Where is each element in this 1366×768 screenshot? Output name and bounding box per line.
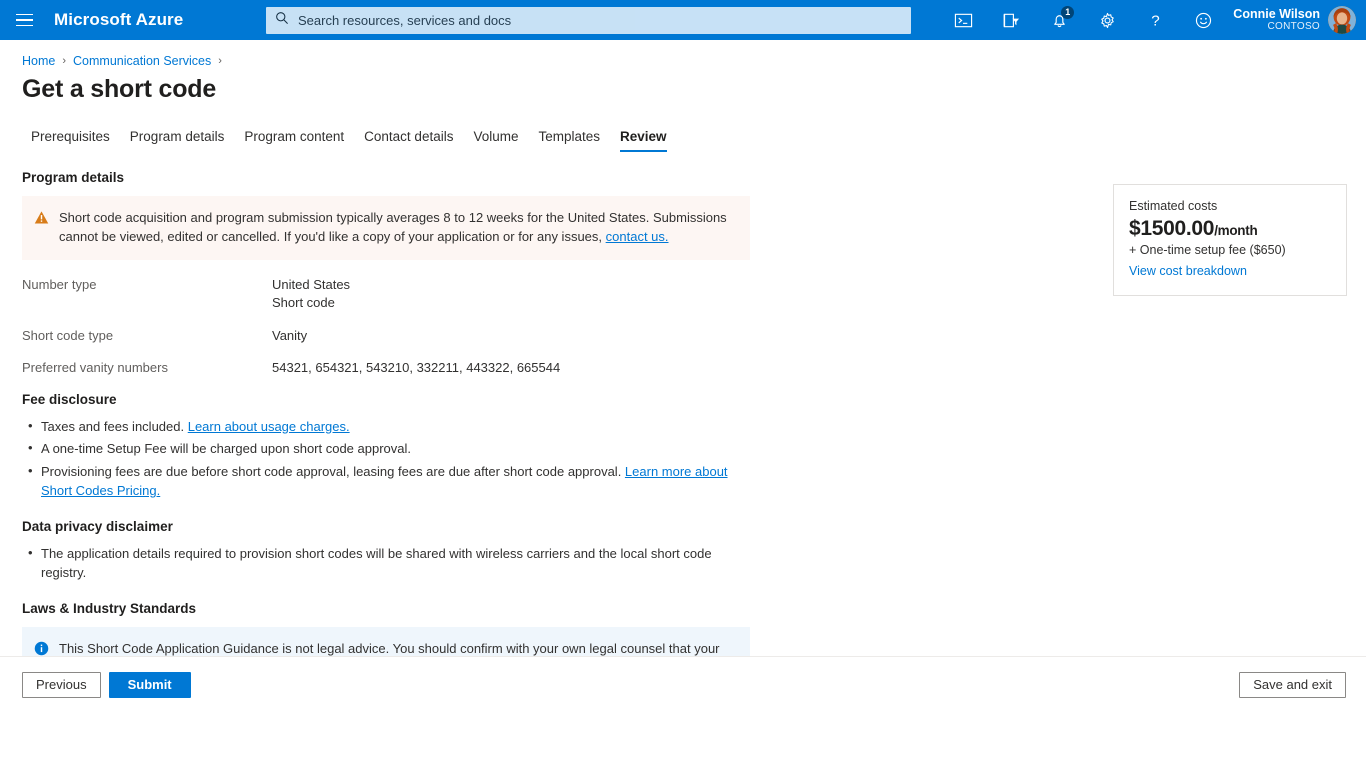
bullet-text: Taxes and fees included.: [41, 419, 188, 434]
detail-key: Preferred vanity numbers: [22, 359, 272, 377]
page-title: Get a short code: [0, 68, 1366, 104]
tab-program-details[interactable]: Program details: [130, 129, 225, 152]
page-body: Home › Communication Services › Get a sh…: [0, 40, 1366, 712]
list-item: Provisioning fees are due before short c…: [41, 463, 751, 501]
avatar[interactable]: [1328, 6, 1356, 34]
fee-disclosure-list: Taxes and fees included. Learn about usa…: [22, 418, 770, 501]
tab-review[interactable]: Review: [620, 129, 667, 152]
hamburger-line: [16, 19, 33, 21]
account-text: Connie Wilson CONTOSO: [1233, 7, 1320, 33]
breadcrumb-item-communication-services[interactable]: Communication Services: [73, 54, 211, 68]
breadcrumb-separator-icon: ›: [218, 55, 222, 67]
search-icon: [275, 11, 289, 30]
detail-value: United States Short code: [272, 276, 350, 313]
detail-value-line: United States: [272, 276, 350, 294]
submit-button[interactable]: Submit: [109, 672, 191, 698]
breadcrumb-separator-icon: ›: [62, 55, 66, 67]
detail-value: Vanity: [272, 327, 307, 345]
tab-templates[interactable]: Templates: [539, 129, 601, 152]
bullet-text: The application details required to prov…: [41, 546, 712, 580]
details-list: Number type United States Short code Sho…: [22, 276, 770, 378]
detail-row-preferred-vanity-numbers: Preferred vanity numbers 54321, 654321, …: [22, 359, 770, 377]
notification-count-badge: 1: [1061, 6, 1074, 19]
hamburger-line: [16, 14, 33, 16]
tab-program-content[interactable]: Program content: [244, 129, 344, 152]
section-heading-laws-industry-standards: Laws & Industry Standards: [22, 601, 770, 616]
user-account-menu[interactable]: Connie Wilson CONTOSO: [1227, 0, 1366, 40]
settings-gear-icon[interactable]: [1083, 0, 1131, 40]
svg-text:?: ?: [1151, 12, 1159, 29]
hamburger-line: [16, 25, 33, 27]
detail-value: 54321, 654321, 543210, 332211, 443322, 6…: [272, 359, 560, 377]
estimated-costs-card: Estimated costs $1500.00/month + One-tim…: [1113, 184, 1347, 296]
account-org: CONTOSO: [1233, 21, 1320, 33]
azure-brand-link[interactable]: Microsoft Azure: [48, 10, 183, 30]
cost-amount-period: /month: [1214, 223, 1257, 238]
detail-row-number-type: Number type United States Short code: [22, 276, 770, 313]
list-item: Taxes and fees included. Learn about usa…: [41, 418, 751, 437]
detail-row-short-code-type: Short code type Vanity: [22, 327, 770, 345]
notifications-bell-icon[interactable]: 1: [1035, 0, 1083, 40]
wizard-tabs: Prerequisites Program details Program co…: [0, 104, 1366, 152]
view-cost-breakdown-link[interactable]: View cost breakdown: [1129, 264, 1247, 278]
wizard-footer: Previous Submit Save and exit: [0, 656, 1366, 712]
learn-about-usage-charges-link[interactable]: Learn about usage charges.: [188, 419, 350, 434]
list-item: The application details required to prov…: [41, 545, 751, 583]
cloud-shell-icon[interactable]: [939, 0, 987, 40]
tab-contact-details[interactable]: Contact details: [364, 129, 453, 152]
section-heading-program-details: Program details: [22, 170, 770, 185]
search-input[interactable]: [296, 7, 902, 34]
global-search-box[interactable]: [266, 7, 911, 34]
data-privacy-list: The application details required to prov…: [22, 545, 770, 583]
azure-top-navigation-bar: Microsoft Azure: [0, 0, 1366, 40]
tab-prerequisites[interactable]: Prerequisites: [31, 129, 110, 152]
one-time-setup-fee-text: + One-time setup fee ($650): [1129, 243, 1331, 257]
footer-left-actions: Previous Submit: [22, 672, 191, 698]
bullet-text: Provisioning fees are due before short c…: [41, 464, 625, 479]
warning-banner: Short code acquisition and program submi…: [22, 196, 750, 260]
section-heading-data-privacy: Data privacy disclaimer: [22, 519, 770, 534]
hamburger-icon[interactable]: [0, 0, 48, 40]
tab-volume[interactable]: Volume: [473, 129, 518, 152]
warning-triangle-icon: [34, 210, 49, 231]
directories-filter-icon[interactable]: [987, 0, 1035, 40]
cost-amount-value: $1500.00: [1129, 217, 1214, 240]
detail-value-line: Short code: [272, 294, 350, 312]
contact-us-link[interactable]: contact us.: [606, 229, 669, 244]
previous-button[interactable]: Previous: [22, 672, 101, 698]
account-name: Connie Wilson: [1233, 7, 1320, 21]
help-question-icon[interactable]: ?: [1131, 0, 1179, 40]
list-item: A one-time Setup Fee will be charged upo…: [41, 440, 751, 459]
save-and-exit-button[interactable]: Save and exit: [1239, 672, 1346, 698]
breadcrumb-item-home[interactable]: Home: [22, 54, 55, 68]
detail-key: Number type: [22, 276, 272, 313]
detail-key: Short code type: [22, 327, 272, 345]
estimated-costs-label: Estimated costs: [1129, 199, 1331, 213]
section-heading-fee-disclosure: Fee disclosure: [22, 392, 770, 407]
bullet-text: A one-time Setup Fee will be charged upo…: [41, 441, 411, 456]
warning-banner-text: Short code acquisition and program submi…: [59, 209, 736, 247]
breadcrumb: Home › Communication Services ›: [0, 40, 1366, 68]
estimated-costs-amount: $1500.00/month: [1129, 216, 1331, 241]
feedback-smiley-icon[interactable]: [1179, 0, 1227, 40]
review-content: Program details Short code acquisition a…: [0, 152, 770, 709]
top-bar-actions: 1 ? Connie Wilson CONTOSO: [939, 0, 1366, 40]
